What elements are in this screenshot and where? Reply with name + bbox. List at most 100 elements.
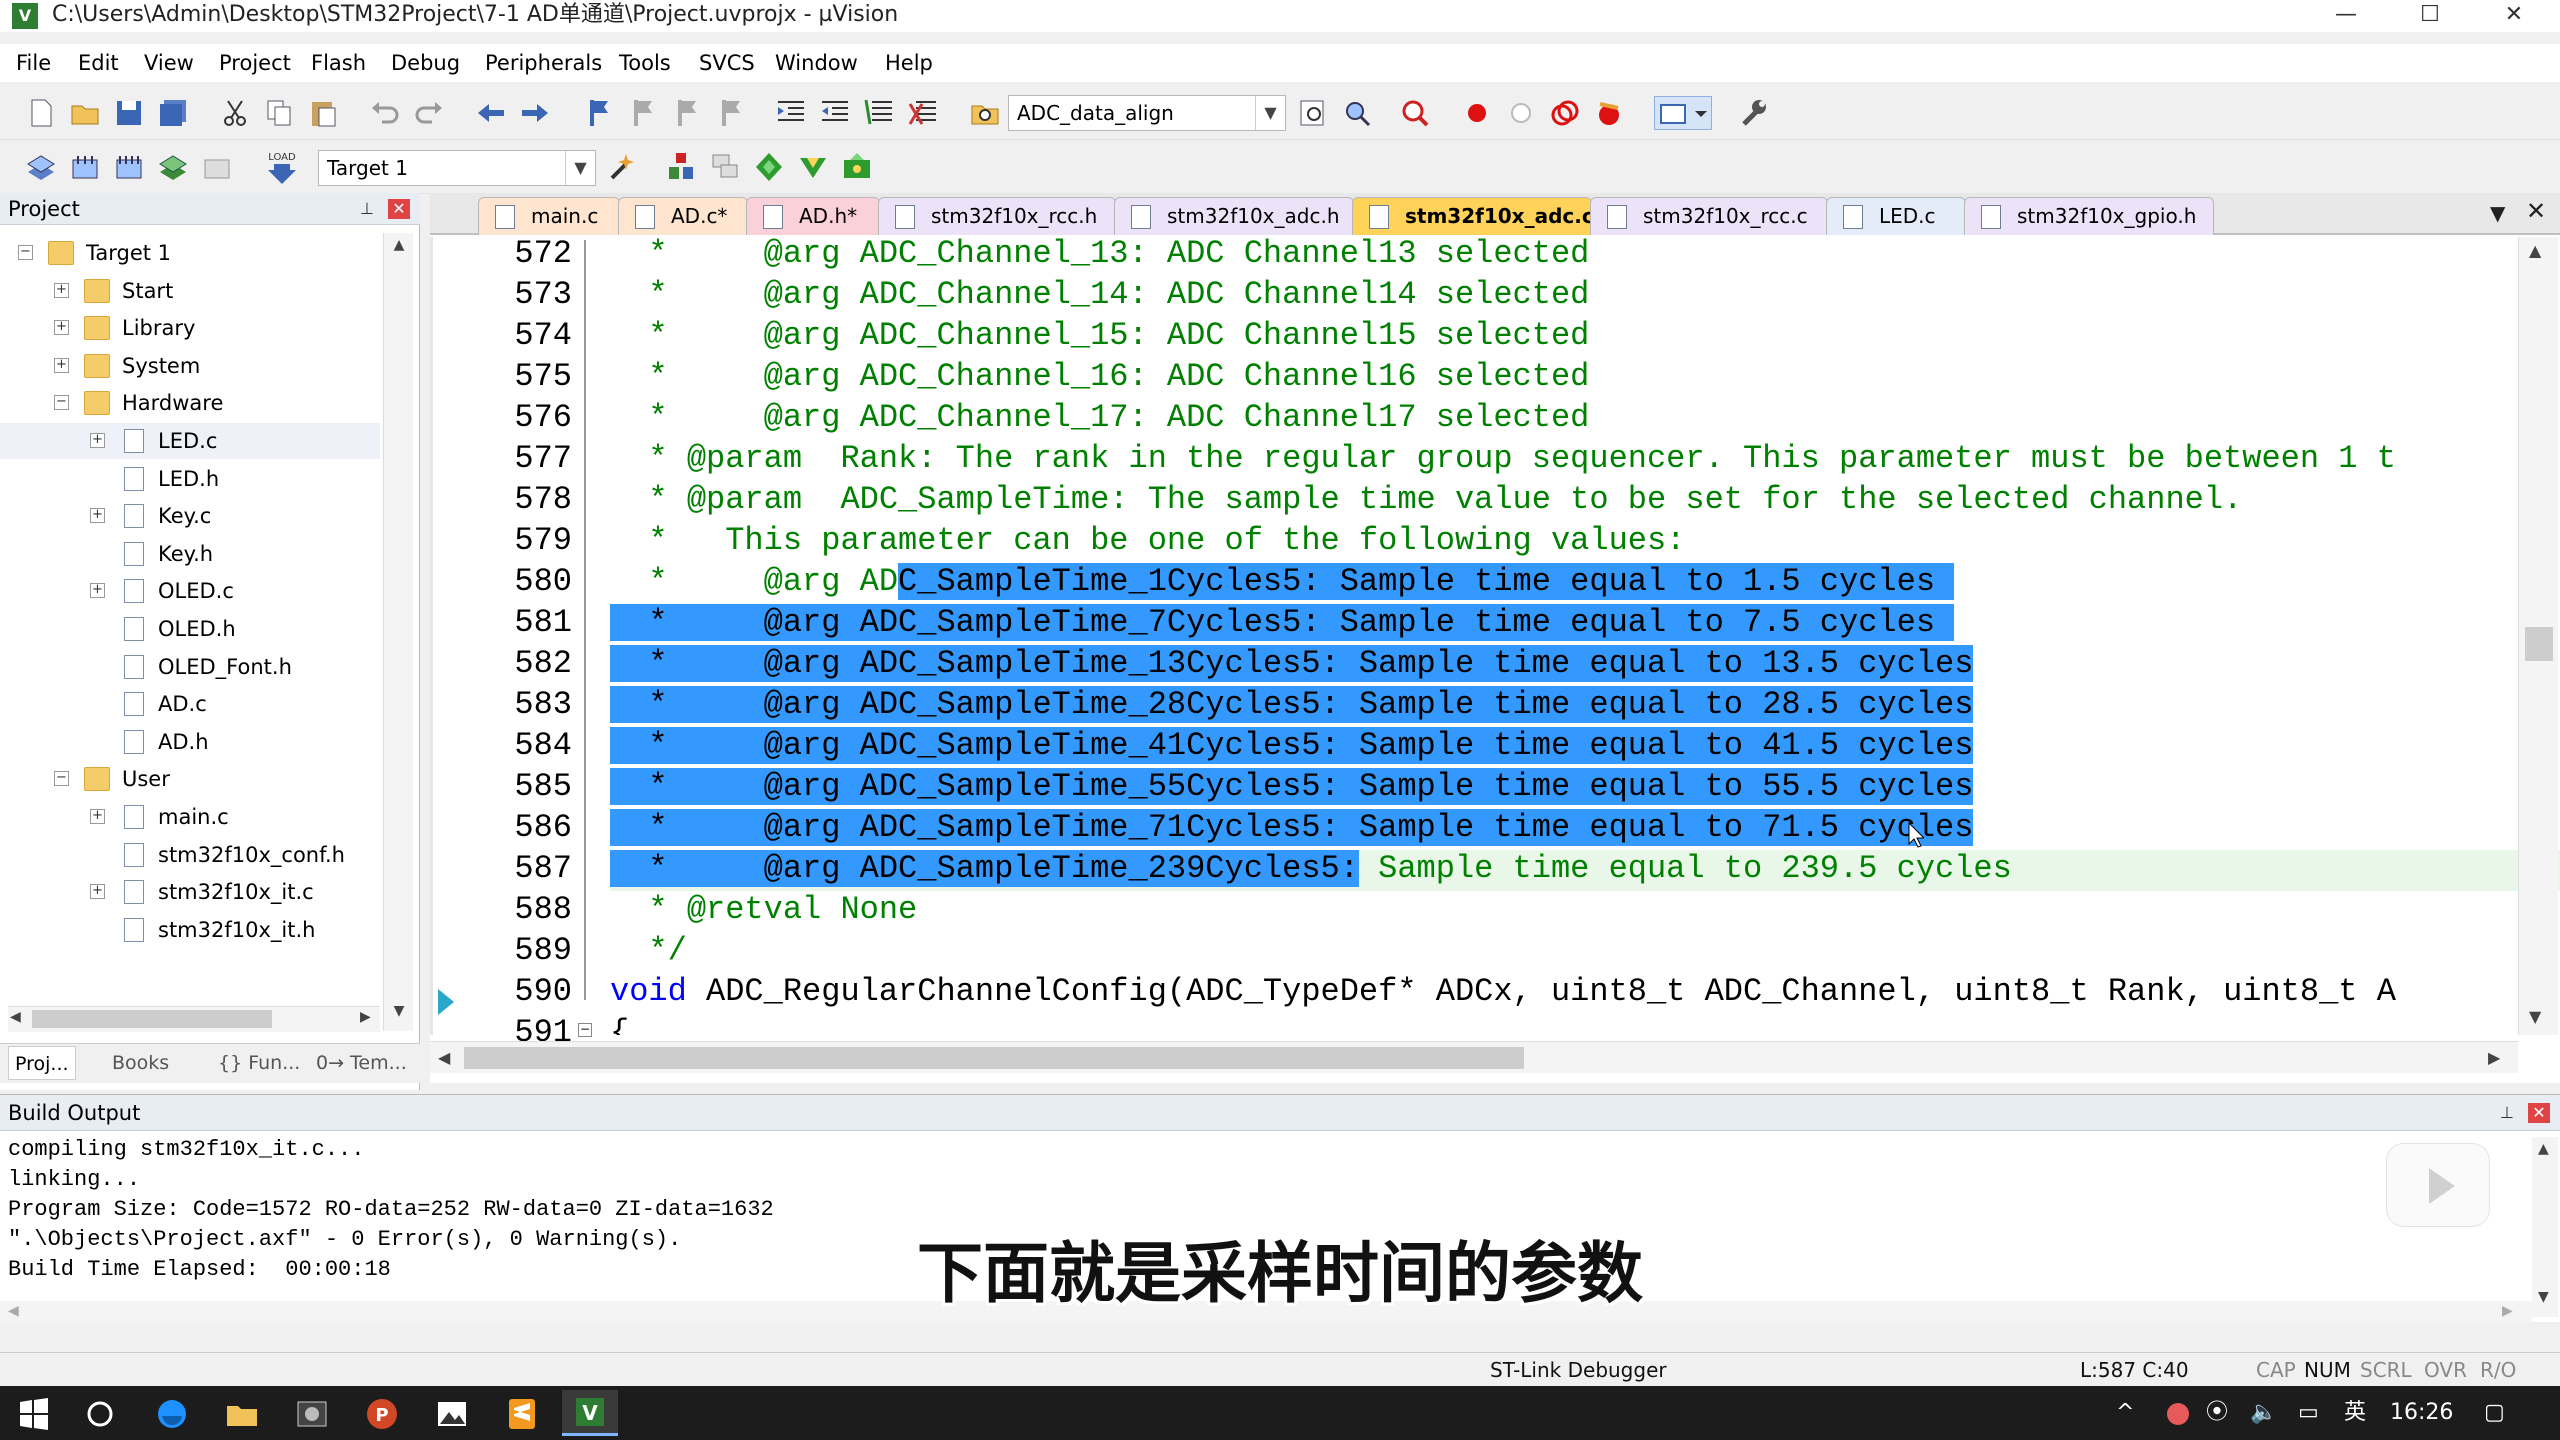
tray-app-icon[interactable]: [2164, 1400, 2192, 1428]
ime-indicator[interactable]: 英: [2344, 1386, 2366, 1440]
tab-stm32f10x-rcc-h[interactable]: stm32f10x_rcc.h: [878, 197, 1116, 235]
comment-selection-icon[interactable]: [862, 96, 896, 130]
collapse-icon[interactable]: −: [18, 245, 33, 260]
tree-vertical-scrollbar[interactable]: ▲ ▼: [383, 233, 413, 1031]
save-all-icon[interactable]: [156, 96, 190, 130]
code-line[interactable]: * @arg ADC_SampleTime_1Cycles5: Sample t…: [610, 563, 1955, 604]
tree-item[interactable]: LED.h: [0, 461, 380, 497]
file-explorer-icon[interactable]: [222, 1394, 262, 1434]
tree-item[interactable]: + stm32f10x_it.c: [0, 874, 380, 910]
tab-stm32f10x-gpio-h[interactable]: stm32f10x_gpio.h: [1964, 197, 2214, 235]
tab-main-c[interactable]: main.c: [478, 197, 620, 235]
camera-app-icon[interactable]: [292, 1394, 332, 1434]
tree-item[interactable]: + LED.c: [0, 423, 380, 459]
menu-file[interactable]: File: [16, 48, 51, 78]
maximize-button[interactable]: ☐: [2388, 0, 2472, 32]
tree-horizontal-scrollbar[interactable]: ◀ ▶: [8, 1006, 380, 1032]
code-line[interactable]: * @param Rank: The rank in the regular g…: [610, 440, 2395, 481]
network-icon[interactable]: ⦿: [2206, 1386, 2228, 1440]
tab-templates[interactable]: 0→ Tem...: [316, 1046, 407, 1080]
tree-item[interactable]: stm32f10x_conf.h: [0, 837, 380, 873]
tree-item[interactable]: − User: [0, 761, 380, 797]
build-output-scrollbar[interactable]: ▲ ▼: [2532, 1137, 2558, 1317]
menu-project[interactable]: Project: [219, 48, 291, 78]
next-bookmark-icon[interactable]: [668, 96, 702, 130]
minimize-button[interactable]: —: [2304, 0, 2388, 32]
chevron-down-icon[interactable]: ▼: [1255, 96, 1285, 130]
scroll-up-icon[interactable]: ▲: [388, 237, 410, 259]
expand-icon[interactable]: +: [90, 809, 105, 824]
configure-wrench-icon[interactable]: [1736, 96, 1770, 130]
clock[interactable]: 16:26: [2390, 1386, 2453, 1440]
horizontal-scroll-thumb[interactable]: [32, 1010, 272, 1028]
find-in-files-icon[interactable]: [968, 96, 1002, 130]
tree-item[interactable]: + Key.c: [0, 498, 380, 534]
menu-view[interactable]: View: [144, 48, 194, 78]
chevron-down-icon[interactable]: ▼: [565, 151, 595, 185]
collapse-icon[interactable]: −: [54, 771, 69, 787]
download-load-icon[interactable]: LOAD: [262, 148, 302, 188]
photos-app-icon[interactable]: [432, 1394, 472, 1434]
close-tab-icon[interactable]: ✕: [2526, 197, 2546, 225]
scroll-right-icon[interactable]: ▶: [2488, 1048, 2500, 1067]
disable-breakpoints-icon[interactable]: [1548, 96, 1582, 130]
scroll-left-icon[interactable]: ◀: [438, 1048, 450, 1067]
tab-stm32f10x-rcc-c[interactable]: stm32f10x_rcc.c: [1590, 197, 1828, 235]
menu-flash[interactable]: Flash: [311, 48, 366, 78]
file-extensions-icon[interactable]: [708, 150, 742, 184]
stop-build-icon[interactable]: [200, 150, 234, 184]
tree-item[interactable]: Key.h: [0, 536, 380, 572]
expand-icon[interactable]: +: [54, 320, 69, 336]
tab-project[interactable]: Proj...: [8, 1046, 76, 1080]
prev-bookmark-icon[interactable]: [624, 96, 658, 130]
sublime-text-icon[interactable]: [502, 1394, 542, 1434]
tree-item[interactable]: AD.h: [0, 724, 380, 760]
tab-functions[interactable]: {} Fun...: [218, 1046, 300, 1080]
tab-books[interactable]: Books: [112, 1046, 169, 1080]
run-time-environment-icon[interactable]: [840, 150, 874, 184]
scroll-up-icon[interactable]: ▲: [2538, 1141, 2549, 1157]
scroll-up-icon[interactable]: ▲: [2529, 241, 2541, 260]
menu-help[interactable]: Help: [885, 48, 933, 78]
incremental-find-icon[interactable]: [1296, 96, 1330, 130]
code-line[interactable]: void ADC_RegularChannelConfig(ADC_TypeDe…: [610, 973, 2396, 1014]
tab-ad-c[interactable]: AD.c*: [618, 197, 748, 235]
clear-bookmarks-icon[interactable]: [712, 96, 746, 130]
paste-icon[interactable]: [306, 96, 340, 130]
scroll-right-icon[interactable]: ▶: [2502, 1303, 2513, 1319]
editor-vertical-scrollbar[interactable]: ▲ ▼: [2518, 237, 2558, 1035]
expand-icon[interactable]: +: [90, 583, 105, 599]
rebuild-icon[interactable]: [112, 150, 146, 184]
code-line[interactable]: * @arg ADC_Channel_16: ADC Channel16 sel…: [610, 358, 1589, 399]
powerpoint-icon[interactable]: P: [362, 1394, 402, 1434]
navigate-forward-icon[interactable]: [518, 96, 552, 130]
close-window-button[interactable]: ✕: [2472, 0, 2556, 32]
video-play-overlay-icon[interactable]: [2386, 1143, 2490, 1227]
build-icon[interactable]: [68, 150, 102, 184]
scroll-left-icon[interactable]: ◀: [8, 1303, 19, 1319]
navigate-back-icon[interactable]: [474, 96, 508, 130]
options-for-target-icon[interactable]: [606, 150, 640, 184]
batch-build-icon[interactable]: [156, 150, 190, 184]
tab-ad-h[interactable]: AD.h*: [746, 197, 880, 235]
tree-item[interactable]: AD.c: [0, 686, 380, 722]
tab-list-chevron-icon[interactable]: ▼: [2490, 201, 2505, 225]
expand-icon[interactable]: +: [54, 357, 69, 373]
menu-peripherals[interactable]: Peripherals: [485, 48, 602, 78]
tree-item[interactable]: + OLED.c: [0, 573, 380, 609]
tree-item[interactable]: − Hardware: [0, 385, 380, 421]
expand-icon[interactable]: +: [90, 433, 105, 448]
expand-icon[interactable]: +: [54, 282, 69, 298]
code-line[interactable]: * @arg ADC_Channel_17: ADC Channel17 sel…: [610, 399, 1589, 440]
code-line[interactable]: * @arg ADC_SampleTime_55Cycles5: Sample …: [610, 768, 1974, 809]
tree-item[interactable]: + System: [0, 348, 380, 384]
cut-icon[interactable]: [218, 96, 252, 130]
pack-installer-icon[interactable]: [752, 150, 786, 184]
menu-svcs[interactable]: SVCS: [699, 48, 755, 78]
start-debug-icon[interactable]: [1398, 96, 1432, 130]
find-combo[interactable]: ADC_data_align ▼: [1008, 95, 1286, 131]
menu-edit[interactable]: Edit: [78, 48, 119, 78]
tree-item[interactable]: − Target 1: [0, 235, 380, 271]
edge-browser-icon[interactable]: [152, 1394, 192, 1434]
code-line[interactable]: * @arg ADC_Channel_14: ADC Channel14 sel…: [610, 276, 1589, 317]
